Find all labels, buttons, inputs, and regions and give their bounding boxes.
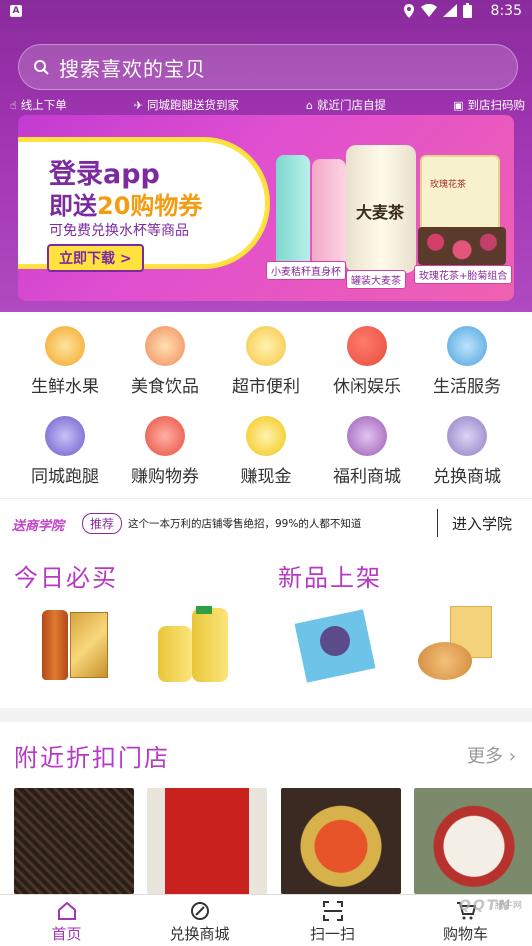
status-bar: A 8:35 [0, 0, 532, 24]
store-card-hotpot[interactable] [281, 788, 401, 894]
more-link[interactable]: 更多 › [467, 742, 516, 768]
scan-small-icon: ▣ [453, 98, 464, 112]
product-tag: 小麦秸秆直身杯 [266, 261, 346, 280]
banner-desc: 可免费兑换水杯等商品 [49, 223, 189, 239]
category-life-service[interactable]: 生活服务 [417, 326, 517, 397]
location-icon [404, 3, 414, 18]
nearby-stores-section: 附近折扣门店 更多 › [0, 722, 532, 894]
flowers-image [418, 227, 506, 265]
new-arrivals-title[interactable]: 新品上架 [278, 558, 382, 593]
search-bar[interactable]: 搜索喜欢的宝贝 [18, 44, 518, 90]
supermarket-icon [246, 326, 286, 366]
watermark-subtext: 腾牛网 [494, 901, 522, 911]
app-notification-icon: A [10, 5, 22, 17]
cash-icon [246, 416, 286, 456]
business-school-bar[interactable]: 送商学院 推荐 这个一本万利的店铺零售绝招，99%的人都不知道 进入学院 [0, 498, 532, 546]
school-headline[interactable]: 这个一本万利的店铺零售绝招，99%的人都不知道 [128, 516, 361, 531]
banner-subtitle: 即送20购物券 [49, 192, 203, 220]
category-errand[interactable]: 同城跑腿 [15, 416, 115, 487]
chevron-right-icon: › [508, 746, 516, 767]
store-card-clothing[interactable] [147, 788, 267, 894]
tab-scan[interactable]: 扫一扫 [266, 895, 399, 946]
product-oil[interactable] [152, 606, 234, 684]
product-tag: 玫瑰花茶+胎菊组合 [414, 265, 513, 284]
store-card-tea[interactable] [14, 788, 134, 894]
category-fresh-fruit[interactable]: 生鲜水果 [15, 326, 115, 397]
recommend-badge: 推荐 [82, 513, 123, 534]
hand-icon: ☝ [10, 98, 17, 112]
featured-section: 今日必买 新品上架 [0, 546, 532, 708]
feature-delivery: ✈ 同城跑腿送货到家 [133, 98, 239, 112]
category-food-drink[interactable]: 美食饮品 [115, 326, 215, 397]
feature-pickup: ⌂ 就近门店自提 [306, 98, 387, 112]
enter-school-link[interactable]: 进入学院 [452, 513, 512, 534]
product-pastry[interactable] [414, 606, 496, 684]
cart-icon [347, 416, 387, 456]
product-tag: 罐装大麦茶 [346, 270, 406, 289]
category-supermarket[interactable]: 超市便利 [216, 326, 316, 397]
promo-banner[interactable]: 登录app 即送20购物券 可免费兑换水杯等商品 立即下载 > 大麦茶 玫瑰花茶… [18, 115, 514, 301]
search-placeholder: 搜索喜欢的宝贝 [59, 56, 206, 81]
cup-image [276, 155, 310, 267]
coupon-icon [145, 416, 185, 456]
delivery-icon [45, 416, 85, 456]
category-earn-cash[interactable]: 赚现金 [216, 416, 316, 487]
category-exchange-mall[interactable]: 兑换商城 [417, 416, 517, 487]
today-must-buy-title[interactable]: 今日必买 [14, 558, 118, 593]
search-icon [34, 60, 49, 75]
home-icon [57, 902, 76, 920]
ping-pong-icon [347, 326, 387, 366]
runner-icon: ✈ [133, 98, 143, 112]
status-icons [403, 3, 472, 18]
fruit-icon [45, 326, 85, 366]
house-icon [447, 326, 487, 366]
category-grid: 生鲜水果 美食饮品 超市便利 休闲娱乐 生活服务 同城跑腿 赚购物券 赚现金 福… [0, 312, 532, 498]
food-drink-icon [145, 326, 185, 366]
cup-image [312, 159, 346, 267]
download-button[interactable]: 立即下载 > [47, 244, 144, 272]
header: A 8:35 搜索喜欢的宝贝 ☝ 线上下单 ✈ 同城跑腿送货到家 ⌂ 就近门店自提 ▣… [0, 0, 532, 312]
banner-card: 登录app 即送20购物券 可免费兑换水杯等商品 立即下载 > [18, 137, 270, 272]
divider [437, 509, 438, 537]
feature-online-order: ☝ 线上下单 [10, 98, 67, 112]
tea-can-image: 大麦茶 [346, 145, 416, 273]
section-gap [0, 708, 532, 722]
store-card-noodles[interactable] [414, 788, 532, 894]
bottom-tab-bar: 首页 兑换商城 扫一扫 购物车 [0, 894, 532, 946]
category-leisure[interactable]: 休闲娱乐 [317, 326, 417, 397]
gift-icon [447, 416, 487, 456]
feature-strip: ☝ 线上下单 ✈ 同城跑腿送货到家 ⌂ 就近门店自提 ▣ 到店扫码购 [10, 97, 525, 113]
tab-home[interactable]: 首页 [0, 895, 133, 946]
store-icon: ⌂ [306, 98, 314, 112]
category-earn-coupon[interactable]: 赚购物券 [115, 416, 215, 487]
product-liquor[interactable] [30, 606, 112, 684]
school-logo: 送商学院 [12, 519, 65, 534]
battery-icon [463, 3, 472, 18]
tab-exchange-mall[interactable]: 兑换商城 [133, 895, 266, 946]
category-welfare-mall[interactable]: 福利商城 [317, 416, 417, 487]
wifi-icon [421, 4, 437, 17]
discount-icon [190, 902, 209, 920]
signal-icon [443, 4, 457, 17]
feature-scan-buy: ▣ 到店扫码购 [453, 98, 525, 112]
nearby-title: 附近折扣门店 [14, 744, 170, 772]
scan-icon [322, 901, 343, 921]
status-time: 8:35 [490, 3, 522, 19]
product-snack-box[interactable] [294, 606, 378, 684]
